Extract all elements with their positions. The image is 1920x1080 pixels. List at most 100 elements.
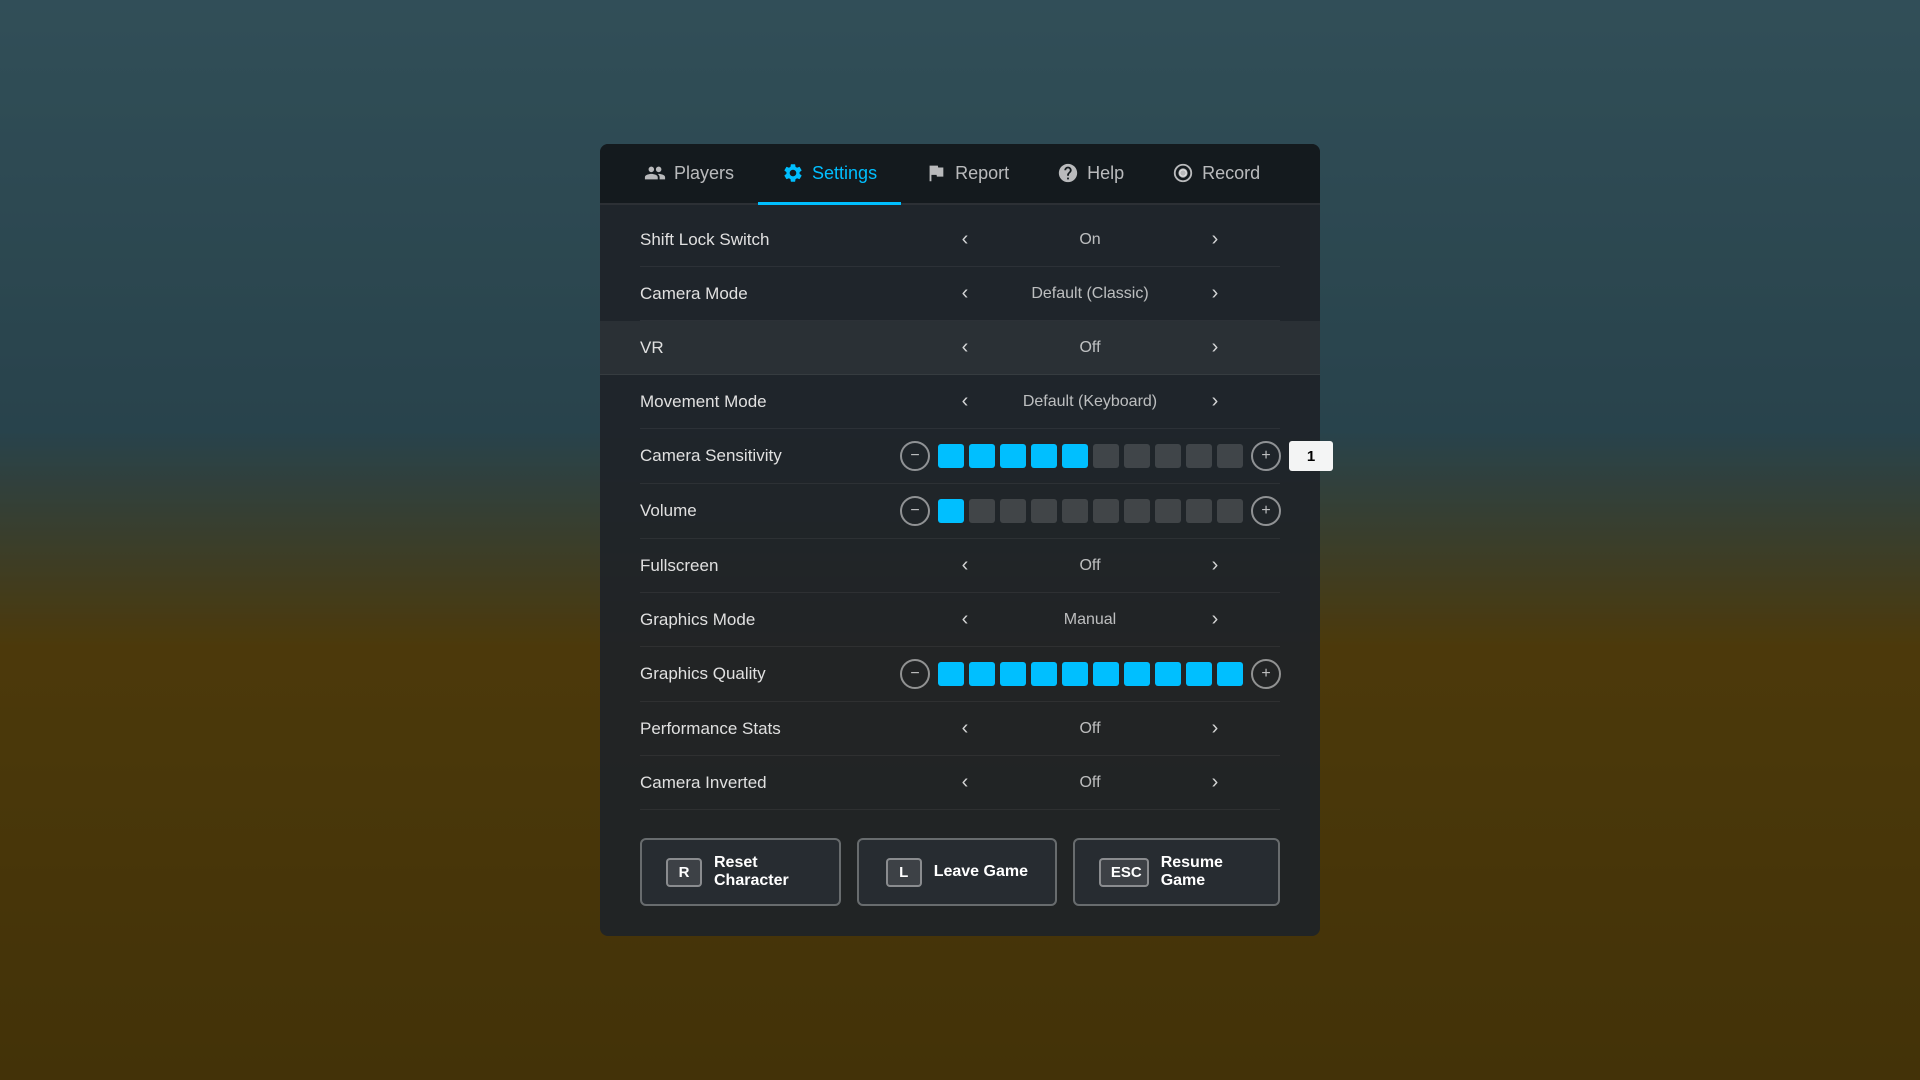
graphics-quality-bar-7 [1155,662,1181,686]
camera-sensitivity-bar-5 [1093,444,1119,468]
setting-label-camera-sensitivity: Camera Sensitivity [640,446,900,466]
volume-slider-bars[interactable] [938,499,1243,523]
setting-label-graphics-quality: Graphics Quality [640,664,900,684]
setting-label-vr: VR [640,338,900,358]
fullscreen-value: Off [990,557,1190,575]
vr-arrow-left[interactable]: ‹ [950,336,980,359]
camera-sensitivity-bar-9 [1217,444,1243,468]
help-tab-label: Help [1087,163,1124,184]
setting-control-performance-stats: ‹ Off › [900,717,1280,740]
camera-sensitivity-slider-control: −+ [900,441,1333,471]
setting-control-camera-mode: ‹ Default (Classic) › [900,282,1280,305]
camera-sensitivity-bar-8 [1186,444,1212,468]
volume-plus-btn[interactable]: + [1251,496,1281,526]
resume-key-badge: ESC [1099,858,1149,887]
camera-mode-arrow-right[interactable]: › [1200,282,1230,305]
camera-inverted-arrow-right[interactable]: › [1200,771,1230,794]
camera-sensitivity-bar-3 [1031,444,1057,468]
camera-sensitivity-bar-4 [1062,444,1088,468]
tab-report[interactable]: Report [901,144,1033,205]
graphics-mode-arrow-left[interactable]: ‹ [950,608,980,631]
performance-stats-arrow-left[interactable]: ‹ [950,717,980,740]
graphics-quality-plus-btn[interactable]: + [1251,659,1281,689]
graphics-quality-slider-control: −+ [900,659,1281,689]
camera-sensitivity-input[interactable] [1289,441,1333,471]
vr-arrow-right[interactable]: › [1200,336,1230,359]
vr-value: Off [990,339,1190,357]
resume-button[interactable]: ESCResume Game [1073,838,1280,906]
camera-sensitivity-slider-bars[interactable] [938,444,1243,468]
report-tab-icon [925,162,947,184]
graphics-quality-bar-1 [969,662,995,686]
camera-mode-value: Default (Classic) [990,285,1190,303]
graphics-quality-bar-8 [1186,662,1212,686]
volume-bar-1 [969,499,995,523]
tab-help[interactable]: Help [1033,144,1148,205]
graphics-quality-slider-bars[interactable] [938,662,1243,686]
graphics-quality-bar-6 [1124,662,1150,686]
setting-control-shift-lock: ‹On› [900,228,1280,251]
setting-label-movement-mode: Movement Mode [640,392,900,412]
setting-row-volume: Volume−+ [640,484,1280,539]
volume-minus-btn[interactable]: − [900,496,930,526]
camera-inverted-arrow-left[interactable]: ‹ [950,771,980,794]
fullscreen-arrow-right[interactable]: › [1200,554,1230,577]
leave-key-badge: L [886,858,922,887]
graphics-mode-value: Manual [990,611,1190,629]
camera-mode-arrow-left[interactable]: ‹ [950,282,980,305]
leave-button-label: Leave Game [934,863,1028,881]
camera-sensitivity-bar-1 [969,444,995,468]
setting-row-fullscreen: Fullscreen ‹ Off › [640,539,1280,593]
camera-sensitivity-minus-btn[interactable]: − [900,441,930,471]
tab-settings[interactable]: Settings [758,144,901,205]
fullscreen-arrow-left[interactable]: ‹ [950,554,980,577]
camera-inverted-value: Off [990,774,1190,792]
movement-mode-arrow-right[interactable]: › [1200,390,1230,413]
performance-stats-value: Off [990,720,1190,738]
setting-label-fullscreen: Fullscreen [640,556,900,576]
graphics-quality-bar-3 [1031,662,1057,686]
volume-bar-0 [938,499,964,523]
reset-button[interactable]: R Reset Character [640,838,841,906]
graphics-quality-bar-9 [1217,662,1243,686]
settings-panel: Players SettingsReport Help Record Shift Lo… [600,144,1320,936]
setting-row-vr: VR ‹ Off › [600,321,1320,375]
tab-record[interactable]: Record [1148,144,1284,205]
graphics-quality-bar-0 [938,662,964,686]
movement-mode-arrow-left[interactable]: ‹ [950,390,980,413]
leave-button[interactable]: L Leave Game [857,838,1057,906]
tab-bar: Players SettingsReport Help Record [600,144,1320,205]
shift-lock-arrow-right[interactable]: › [1200,228,1230,251]
volume-bar-4 [1062,499,1088,523]
camera-sensitivity-bar-6 [1124,444,1150,468]
graphics-quality-bar-2 [1000,662,1026,686]
performance-stats-arrow-right[interactable]: › [1200,717,1230,740]
players-tab-label: Players [674,163,734,184]
graphics-mode-arrow-right[interactable]: › [1200,608,1230,631]
setting-row-camera-sensitivity: Camera Sensitivity− + [640,429,1280,484]
players-tab-icon [644,162,666,184]
camera-sensitivity-plus-btn[interactable]: + [1251,441,1281,471]
record-tab-label: Record [1202,163,1260,184]
setting-control-movement-mode: ‹ Default (Keyboard) › [900,390,1280,413]
camera-sensitivity-bar-2 [1000,444,1026,468]
volume-bar-9 [1217,499,1243,523]
reset-key-badge: R [666,858,702,887]
setting-row-camera-mode: Camera Mode ‹ Default (Classic) › [640,267,1280,321]
graphics-quality-minus-btn[interactable]: − [900,659,930,689]
camera-sensitivity-bar-0 [938,444,964,468]
settings-tab-icon [782,162,804,184]
settings-list: Shift Lock Switch‹On› Camera Mode ‹ Default… [600,205,1320,818]
shift-lock-arrow-left[interactable]: ‹ [950,228,980,251]
volume-bar-3 [1031,499,1057,523]
setting-label-camera-mode: Camera Mode [640,284,900,304]
tab-players[interactable]: Players [620,144,758,205]
graphics-quality-bar-4 [1062,662,1088,686]
record-tab-icon [1172,162,1194,184]
movement-mode-value: Default (Keyboard) [990,393,1190,411]
help-tab-icon [1057,162,1079,184]
volume-slider-control: −+ [900,496,1281,526]
bottom-buttons: R Reset Character L Leave Game ESCResume Gam… [600,818,1320,916]
reset-button-label: Reset Character [714,854,815,890]
setting-row-shift-lock: Shift Lock Switch‹On› [640,213,1280,267]
